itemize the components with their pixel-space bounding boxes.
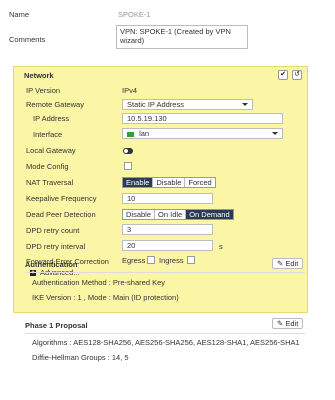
interface-icon [127,131,134,137]
chevron-down-icon [242,103,248,106]
phase1-edit-button[interactable]: ✎ Edit [272,318,304,329]
ip-address-label: IP Address [33,114,70,123]
dpd-on-demand-option[interactable]: On Demand [186,210,233,219]
dpd-disable-option[interactable]: Disable [123,210,156,219]
interface-value: lan [139,129,150,138]
authentication-method-text: Authentication Method : Pre-shared Key [32,278,165,287]
phase1-title: Phase 1 Proposal [25,321,88,330]
dpd-on-idle-option[interactable]: On Idle [155,210,187,219]
authentication-title: Authentication [25,260,78,269]
dpd-retry-interval-input[interactable]: 20 [122,240,213,251]
authentication-edit-label: Edit [285,259,299,268]
local-gateway-label: Local Gateway [26,146,76,155]
mode-config-label: Mode Config [26,162,69,171]
ike-version-text: IKE Version : 1 , Mode : Main (ID protec… [32,293,179,302]
remote-gateway-select[interactable]: Static IP Address [122,99,253,110]
nat-traversal-segmented: Enable Disable Forced [122,177,216,188]
keepalive-input[interactable]: 10 [122,193,213,204]
network-title: Network [24,71,54,80]
dpd-segmented: Disable On Idle On Demand [122,209,234,220]
comments-label: Comments [9,35,46,44]
fec-ingress-label: Ingress [159,256,184,265]
nat-traversal-label: NAT Traversal [26,178,74,187]
network-panel: Network ✔ ↺ IP Version IPv4 Remote Gatew… [13,66,308,313]
nat-enable-option[interactable]: Enable [123,178,154,187]
keepalive-label: Keepalive Frequency [26,194,97,203]
dpd-retry-interval-unit: s [219,242,223,251]
interface-label: Interface [33,130,63,139]
dpd-retry-interval-label: DPD retry interval [26,242,86,251]
nat-forced-option[interactable]: Forced [185,178,214,187]
fec-ingress-checkbox[interactable] [187,256,195,264]
phase1-divider [25,333,305,334]
ip-version-value: IPv4 [122,86,138,95]
dpd-retry-count-label: DPD retry count [26,226,80,235]
dpd-label: Dead Peer Detection [26,210,96,219]
ip-address-input[interactable]: 10.5.19.130 [122,113,283,124]
remote-gateway-label: Remote Gateway [26,100,84,109]
pencil-icon: ✎ [277,259,284,268]
remote-gateway-value: Static IP Address [127,100,184,109]
fec-egress-checkbox[interactable] [147,256,155,264]
name-value: SPOKE-1 [118,10,151,19]
authentication-edit-button[interactable]: ✎ Edit [272,258,304,269]
mode-config-checkbox[interactable] [124,162,132,170]
nat-disable-option[interactable]: Disable [153,178,186,187]
algorithms-text: Algorithms : AES128-SHA256, AES256-SHA25… [32,338,300,347]
comments-textarea[interactable]: VPN: SPOKE-1 (Created by VPN wizard) [116,25,248,49]
advanced-link[interactable]: Advanced... [40,268,80,278]
fec-egress-label: Egress [122,256,146,265]
pencil-icon: ✎ [277,319,284,328]
plus-icon[interactable]: + [30,270,36,276]
check-icon[interactable]: ✔ [278,70,288,80]
ip-version-label: IP Version [26,86,61,95]
authentication-divider [25,272,305,273]
phase1-edit-label: Edit [285,319,299,328]
dpd-retry-count-input[interactable]: 3 [122,224,213,235]
interface-select[interactable]: lan [122,128,283,139]
revert-icon[interactable]: ↺ [292,70,302,80]
dh-groups-text: Diffie-Hellman Groups : 14, 5 [32,353,129,362]
name-label: Name [9,10,30,19]
chevron-down-icon [272,132,278,135]
local-gateway-toggle[interactable] [123,148,133,154]
